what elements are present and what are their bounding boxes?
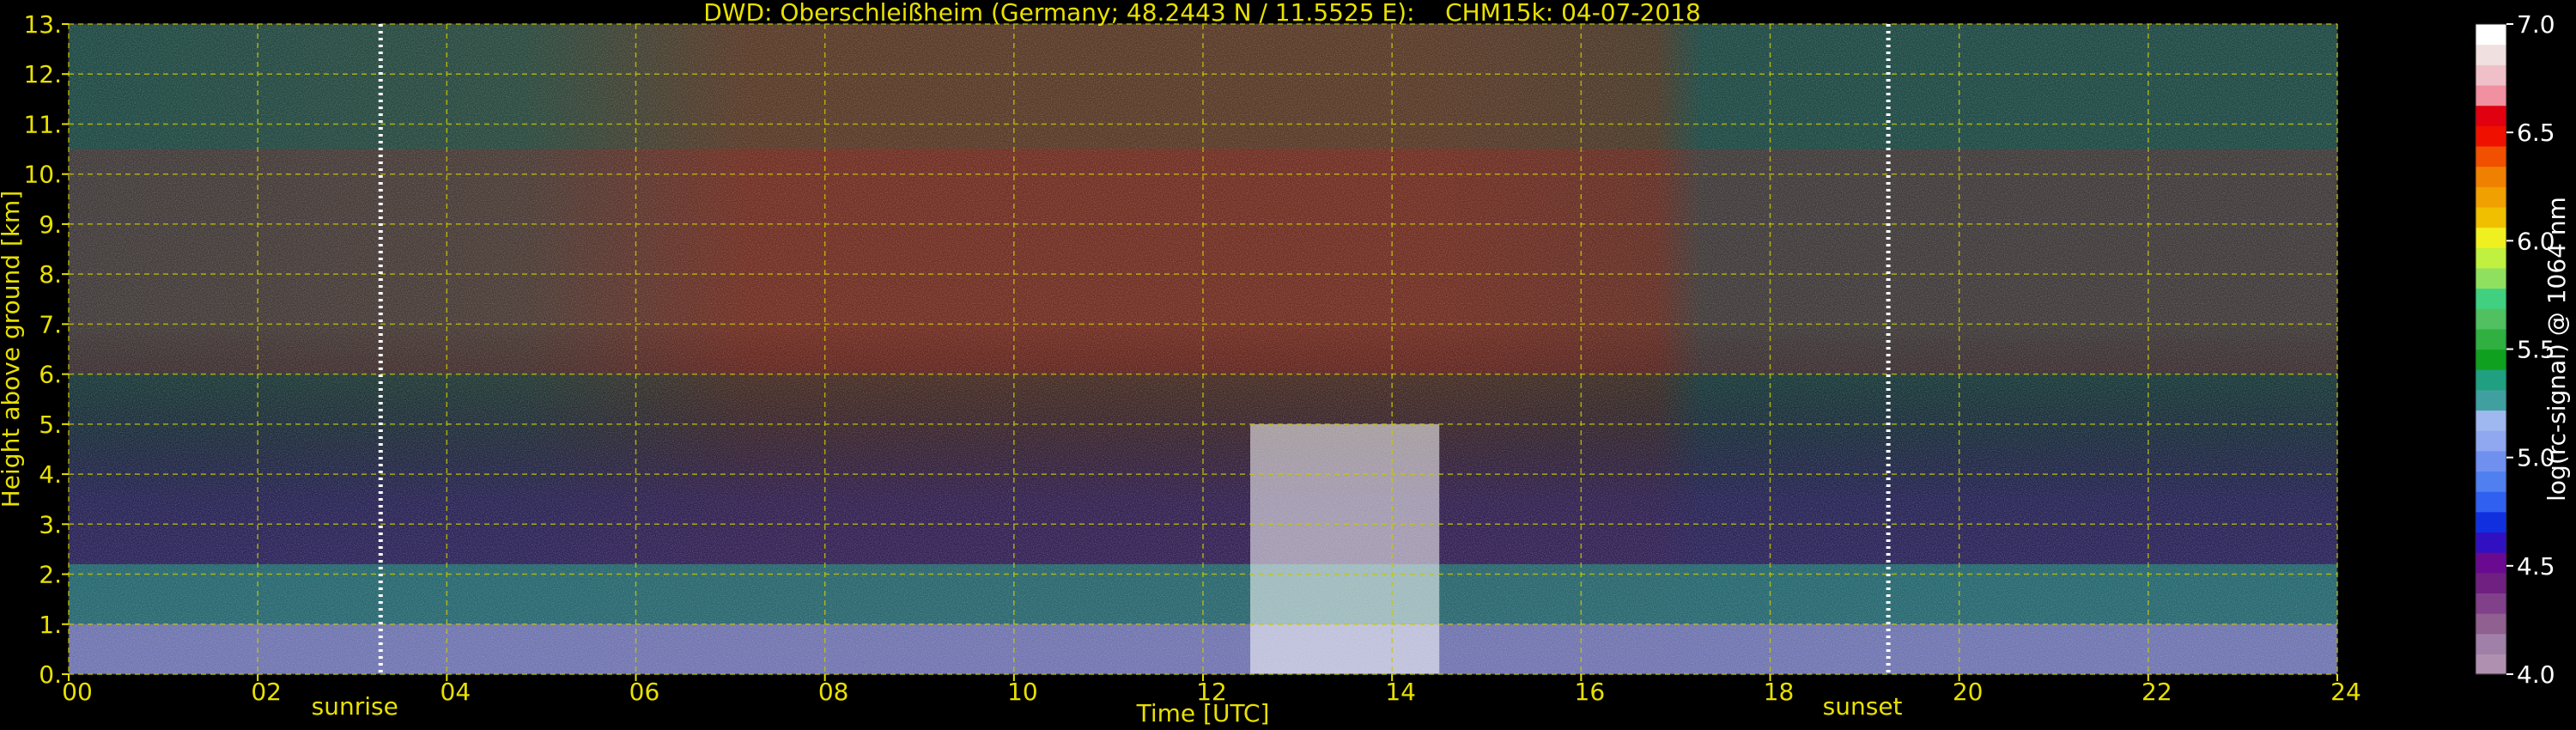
x-tick-label: 10 [1007,678,1038,706]
colorbar-segment [2476,206,2506,228]
y-tick-label: 8. [39,260,62,289]
colorbar-segment [2476,389,2506,411]
y-axis-label: Height above ground [km] [0,191,25,508]
y-tick-label: 12. [23,60,62,88]
x-tick-label: 16 [1575,678,1606,706]
colorbar-segment [2476,593,2506,614]
y-tick-label: 3. [39,510,62,538]
colorbar-label: log(rc-signal) @ 1064 nm [2543,197,2571,502]
colorbar-segment [2476,552,2506,574]
x-tick-label: 20 [1953,678,1984,706]
colorbar-tick-label: 7.0 [2517,10,2555,39]
x-tick-label: 02 [251,678,282,706]
y-tick-label: 7. [39,310,62,338]
event-label-sunrise: sunrise [312,692,398,721]
x-tick-label: 04 [440,678,471,706]
colorbar-tick-label: 4.5 [2517,552,2555,581]
colorbar-segment [2476,186,2506,208]
y-tick-label: 0. [39,660,62,689]
colorbar-segment [2476,410,2506,431]
colorbar-tick-label: 4.0 [2517,660,2555,689]
y-tick-label: 10. [23,161,62,189]
colorbar-tick-label: 6.5 [2517,119,2555,147]
colorbar-segment [2476,654,2506,675]
colorbar-segment [2476,227,2506,248]
x-tick-label: 14 [1385,678,1416,706]
colorbar-segment [2476,328,2506,350]
colorbar-segment [2476,24,2506,46]
colorbar-segment [2476,308,2506,330]
colorbar-segment [2476,349,2506,370]
colorbar-segment [2476,64,2506,86]
y-tick-label: 13. [23,10,62,39]
chart-title: DWD: Oberschleißheim (Germany; 48.2443 N… [703,0,1701,27]
colorbar-segment [2476,288,2506,309]
x-tick-label: 22 [2142,678,2172,706]
colorbar-segment [2476,369,2506,391]
colorbar-segment [2476,532,2506,553]
colorbar-segment [2476,450,2506,472]
x-tick-label: 08 [818,678,849,706]
y-tick-label: 6. [39,361,62,389]
colorbar-segment [2476,633,2506,654]
colorbar-segment [2476,491,2506,513]
colorbar-segment [2476,84,2506,106]
colorbar-segment [2476,267,2506,289]
y-tick-label: 11. [23,110,62,138]
ceilometer-figure: sunrise sunset 00 02 04 06 08 10 12 14 16 18 20 22 24… [0,0,2571,727]
colorbar-segment [2476,125,2506,147]
colorbar-segment [2476,572,2506,593]
y-tick-label: 5. [39,411,62,439]
x-tick-label: 18 [1764,678,1795,706]
y-tick-label: 2. [39,561,62,589]
y-axis: 0. 1. 2. 3. 4. 5. 6. 7. 8. 9. 10. 11. 12. 13. [23,10,69,689]
y-tick-label: 9. [39,210,62,239]
colorbar-segment [2476,166,2506,187]
x-tick-label: 00 [62,678,93,706]
colorbar-segment [2476,471,2506,492]
colorbar-segment [2476,430,2506,452]
colorbar-segment [2476,613,2506,635]
colorbar-segment [2476,247,2506,269]
colorbar-segment [2476,105,2506,126]
colorbar-segment [2476,44,2506,65]
x-tick-label: 24 [2330,678,2361,706]
y-tick-label: 1. [39,611,62,639]
y-tick-label: 4. [39,460,62,489]
colorbar-segment [2476,145,2506,167]
colorbar-segment [2476,511,2506,533]
x-axis-label: Time [UTC] [1136,699,1270,727]
event-label-sunset: sunset [1823,692,1903,721]
x-tick-label: 06 [629,678,660,706]
